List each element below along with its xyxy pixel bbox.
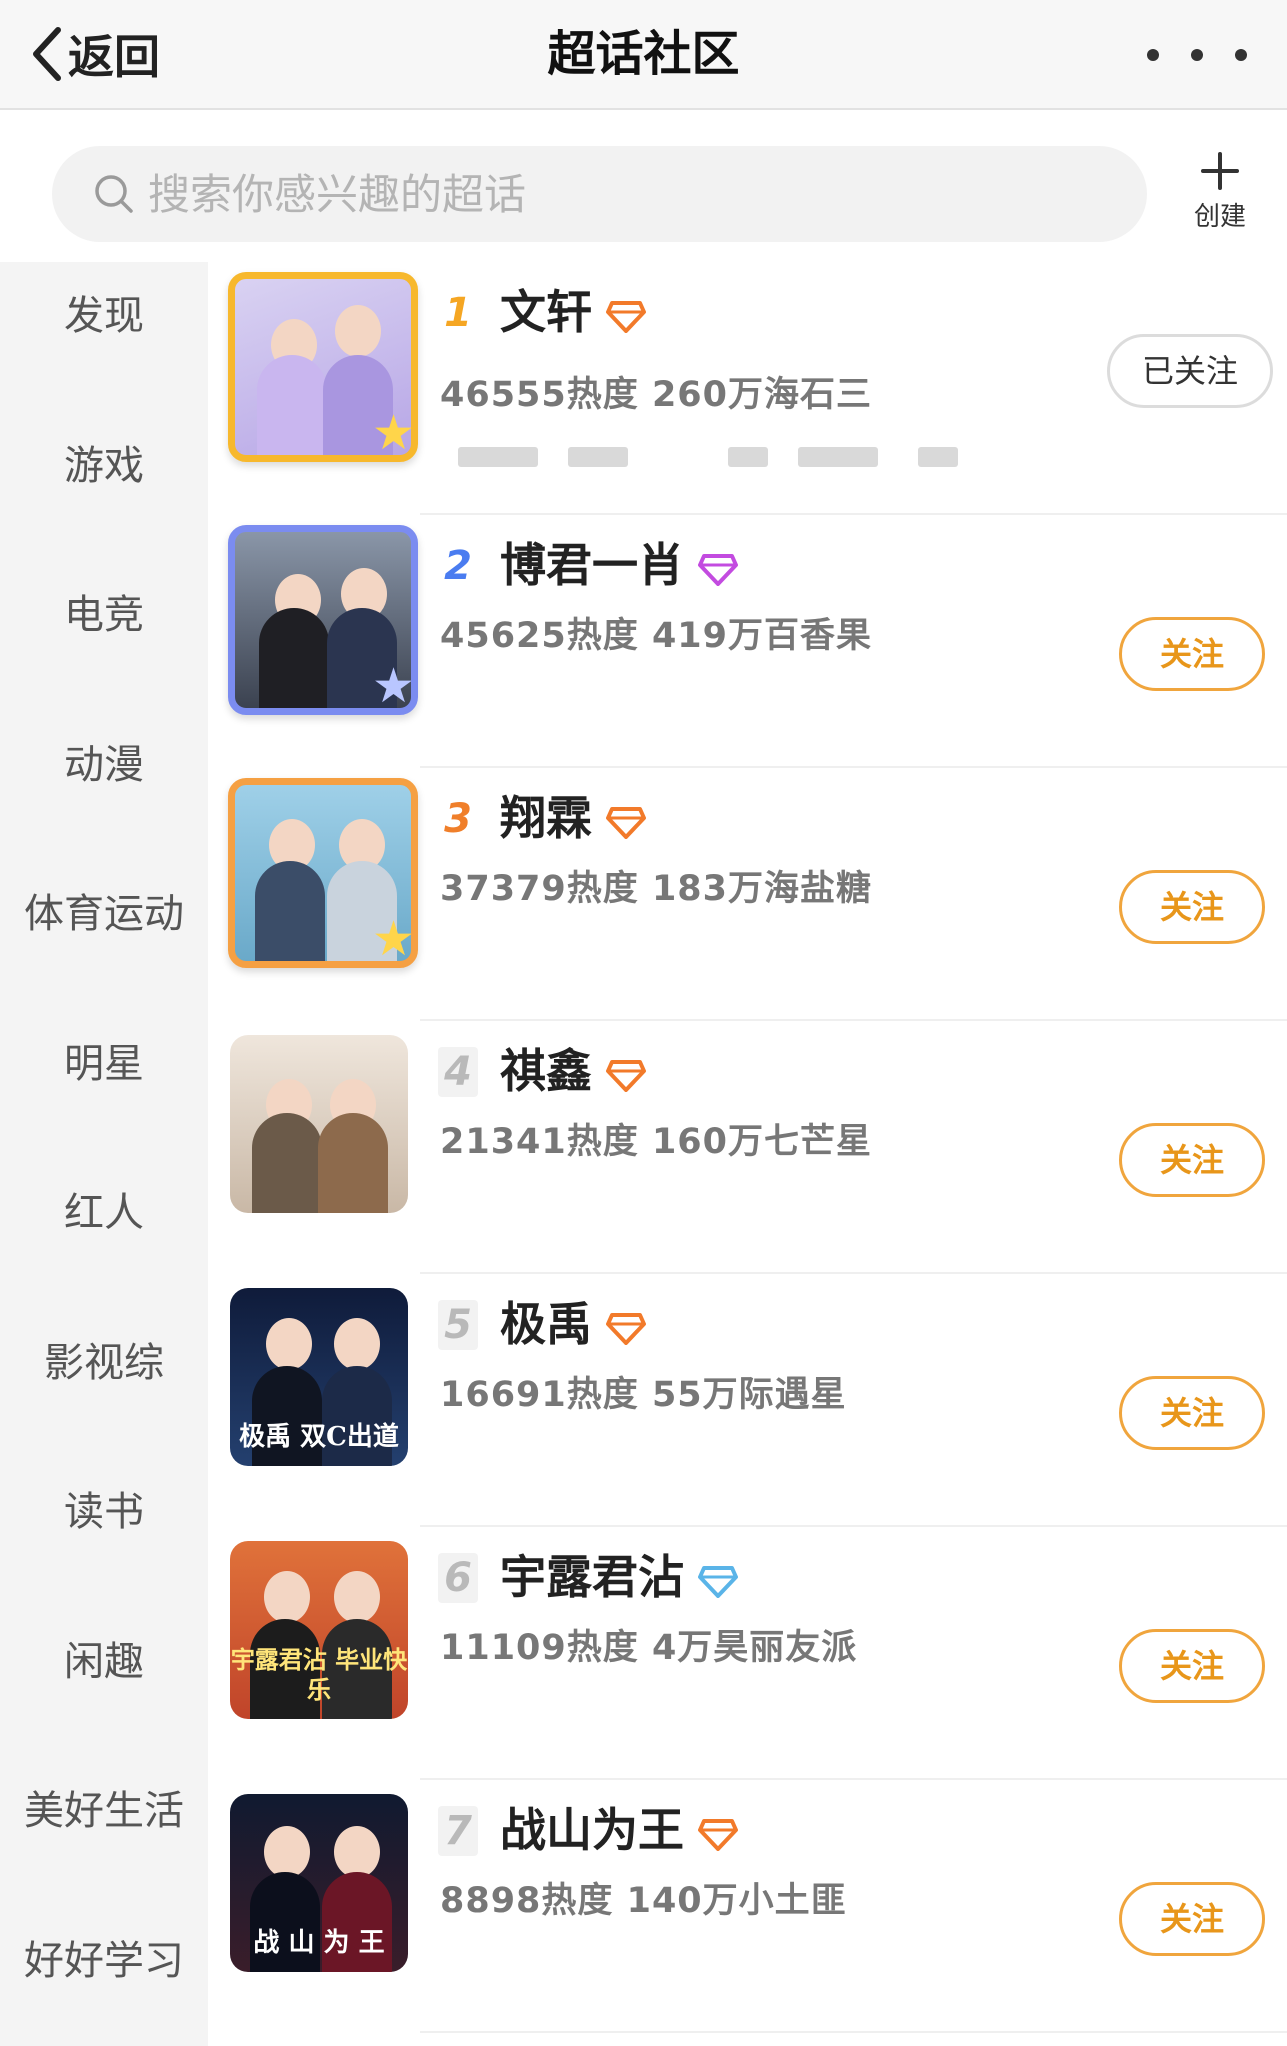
topic-stats: 16691热度 55万际遇星 (440, 1375, 847, 1415)
chevron-left-icon (33, 27, 61, 81)
topic-cover-image: 战 山 为 王 (230, 1794, 408, 1972)
topic-cover-image: ★ (228, 778, 418, 968)
search-bar[interactable] (52, 146, 1147, 242)
topic-name[interactable]: 战山为王 (500, 1800, 738, 1860)
rank-number: 6 (438, 1553, 478, 1603)
sidebar-item-leisure[interactable]: 闲趣 (0, 1622, 208, 1702)
sidebar-item-reading[interactable]: 读书 (0, 1472, 208, 1552)
topic-stats: 46555热度 260万海石三 (440, 375, 873, 415)
diamond-badge-icon (698, 553, 738, 586)
sidebar-item-film-tv[interactable]: 影视综 (0, 1323, 208, 1403)
topic-stats: 37379热度 183万海盐糖 (440, 869, 873, 909)
cover-caption: 极禹 双C出道 (239, 1422, 399, 1452)
topic-name-text: 翔霖 (500, 791, 592, 845)
list-item[interactable]: ★ 1 文轩 46555热度 260万海石三 已关注 (208, 262, 1287, 515)
topic-stats: 21341热度 160万七芒星 (440, 1122, 873, 1162)
topic-stats: 8898热度 140万小土匪 (440, 1881, 847, 1921)
star-icon: ★ (371, 658, 415, 714)
diamond-badge-icon (606, 1059, 646, 1092)
cover-caption: 宇露君沾 毕业快乐 (230, 1645, 408, 1704)
follow-button[interactable]: 关注 (1119, 1629, 1265, 1703)
topic-stats: 45625热度 419万百香果 (440, 616, 873, 656)
plus-icon (1201, 152, 1239, 190)
follow-button[interactable]: 关注 (1119, 617, 1265, 691)
follow-button[interactable]: 关注 (1119, 1882, 1265, 1956)
category-sidebar: 发现 游戏 电竞 动漫 体育运动 明星 红人 影视综 读书 闲趣 美好生活 好好… (0, 262, 208, 2046)
list-item[interactable]: 极禹 双C出道 5 极禹 16691热度 55万际遇星 关注 (208, 1274, 1287, 1527)
sidebar-item-study[interactable]: 好好学习 (0, 1921, 208, 2001)
topic-name[interactable]: 翔霖 (500, 788, 646, 848)
topic-name-text: 博君一肖 (500, 538, 684, 592)
sidebar-item-anime[interactable]: 动漫 (0, 725, 208, 805)
topic-cover-image: ★ (228, 525, 418, 715)
list-item[interactable]: ★ 2 博君一肖 45625热度 419万百香果 关注 (208, 515, 1287, 768)
create-label: 创建 (1193, 202, 1246, 232)
sidebar-item-esports[interactable]: 电竞 (0, 575, 208, 655)
topic-stats: 11109热度 4万昊丽友派 (440, 1628, 858, 1668)
star-icon: ★ (371, 405, 415, 461)
sidebar-item-lifestyle[interactable]: 美好生活 (0, 1771, 208, 1851)
topic-name-text: 极禹 (500, 1297, 592, 1351)
sidebar-item-sports[interactable]: 体育运动 (0, 874, 208, 954)
navigation-bar: 返回 超话社区 (0, 0, 1287, 110)
page-title: 超话社区 (547, 26, 740, 82)
topic-cover-image (230, 1035, 408, 1213)
rank-number: 3 (444, 796, 472, 842)
rank-number: 1 (444, 290, 472, 336)
topic-name[interactable]: 祺鑫 (500, 1041, 646, 1101)
follow-button[interactable]: 关注 (1119, 1376, 1265, 1450)
sidebar-item-games[interactable]: 游戏 (0, 426, 208, 506)
rank-number: 7 (438, 1806, 478, 1856)
list-item[interactable]: 4 祺鑫 21341热度 160万七芒星 关注 (208, 1021, 1287, 1274)
cover-caption: 战 山 为 王 (253, 1928, 385, 1958)
topic-cover-image: 极禹 双C出道 (230, 1288, 408, 1466)
followed-button[interactable]: 已关注 (1107, 334, 1273, 408)
topic-name-text: 战山为王 (500, 1803, 684, 1857)
sidebar-item-stars[interactable]: 明星 (0, 1024, 208, 1104)
diamond-badge-icon (606, 806, 646, 839)
topic-name[interactable]: 文轩 (500, 282, 646, 342)
diamond-badge-icon (698, 1565, 738, 1598)
more-options-button[interactable] (1147, 30, 1247, 80)
topic-name-text: 祺鑫 (500, 1044, 592, 1098)
list-item[interactable]: ★ 3 翔霖 37379热度 183万海盐糖 关注 (208, 768, 1287, 1021)
rank-number: 2 (444, 543, 472, 589)
follow-button[interactable]: 关注 (1119, 870, 1265, 944)
sidebar-item-influencers[interactable]: 红人 (0, 1173, 208, 1253)
supertopic-ranking-list: ★ 1 文轩 46555热度 260万海石三 已关注 ★ 2 博君一肖 4562… (208, 262, 1287, 2046)
follow-button[interactable]: 关注 (1119, 1123, 1265, 1197)
search-input[interactable] (148, 169, 1048, 219)
list-item[interactable]: 宇露君沾 毕业快乐 6 宇露君沾 11109热度 4万昊丽友派 关注 (208, 1527, 1287, 1780)
back-label: 返回 (68, 30, 160, 84)
create-button[interactable]: 创建 (1185, 150, 1255, 240)
search-icon (95, 175, 133, 213)
more-dot-icon (1191, 49, 1203, 61)
diamond-badge-icon (606, 300, 646, 333)
topic-name-text: 宇露君沾 (500, 1550, 684, 1604)
topic-cover-image: ★ (228, 272, 418, 462)
topic-cover-image: 宇露君沾 毕业快乐 (230, 1541, 408, 1719)
topic-name-text: 文轩 (500, 285, 592, 339)
more-dot-icon (1147, 49, 1159, 61)
diamond-badge-icon (698, 1818, 738, 1851)
topic-name[interactable]: 博君一肖 (500, 535, 738, 595)
topic-name[interactable]: 宇露君沾 (500, 1547, 738, 1607)
diamond-badge-icon (606, 1312, 646, 1345)
topic-name[interactable]: 极禹 (500, 1294, 646, 1354)
rank-number: 4 (438, 1047, 478, 1097)
rank-number: 5 (438, 1300, 478, 1350)
more-dot-icon (1235, 49, 1247, 61)
list-item[interactable]: 战 山 为 王 7 战山为王 8898热度 140万小土匪 关注 (208, 1780, 1287, 2033)
sidebar-item-discover[interactable]: 发现 (0, 276, 208, 356)
back-button[interactable]: 返回 (28, 14, 160, 94)
star-icon: ★ (371, 911, 415, 967)
blurred-text (458, 447, 1018, 467)
divider (420, 2031, 1287, 2033)
